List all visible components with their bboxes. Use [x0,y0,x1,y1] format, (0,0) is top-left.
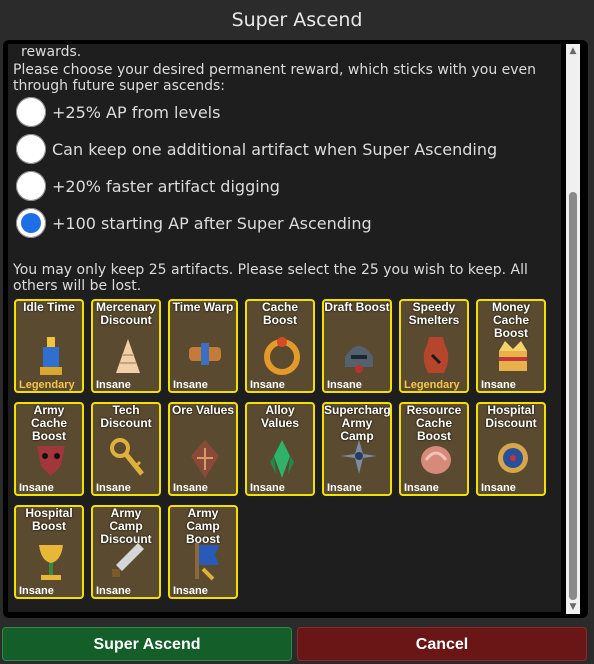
cancel-button[interactable]: Cancel [297,627,587,661]
artifact-card[interactable]: Draft Boost Insane [322,299,392,393]
key-icon [108,436,148,480]
artifact-name: Alloy Values [260,403,300,430]
vase-icon [416,333,456,377]
artifact-rarity: Insane [19,585,54,597]
helmet-icon [339,333,379,377]
artifact-name: Idle Time [23,300,75,314]
artifact-name: Draft Boost [324,300,390,314]
artifact-card[interactable]: Money Cache Boost Insane [476,299,546,393]
artifact-card[interactable]: Army Cache Boost Insane [14,402,84,496]
artifact-grid: Idle Time Legendary Mercenary Discount Insa… [14,299,554,609]
reward-label: Can keep one additional artifact when Su… [52,139,498,159]
artifact-rarity: Insane [481,482,516,494]
ring-icon [262,333,302,377]
artifact-rarity: Insane [327,379,362,391]
artifact-card[interactable]: Tech Discount Insane [91,402,161,496]
artifact-card[interactable]: Speedy Smelters Legendary [399,299,469,393]
artifact-rarity: Insane [250,379,285,391]
radio-button[interactable] [16,171,46,201]
mask-icon [31,436,71,480]
radio-button[interactable] [16,134,46,164]
shell-icon [108,333,148,377]
artifact-card[interactable]: Supercharge Army Camp Insane [322,402,392,496]
artifact-rarity: Insane [19,482,54,494]
artifact-rarity: Insane [96,379,131,391]
artifact-card[interactable]: Ore Values Insane [168,402,238,496]
artifact-card[interactable]: Army Camp Discount Insane [91,505,161,599]
radio-button-selected[interactable] [16,208,46,238]
artifact-card[interactable]: Cache Boost Insane [245,299,315,393]
artifact-name: Hospital Discount [485,403,537,430]
banner-icon [185,539,225,583]
compass-icon [493,436,533,480]
artifact-rarity: Insane [250,482,285,494]
artifact-card[interactable]: Hospital Discount Insane [476,402,546,496]
artifact-card[interactable]: Mercenary Discount Insane [91,299,161,393]
reward-option-keep-artifact[interactable]: Can keep one additional artifact when Su… [16,132,497,166]
reward-option-faster-digging[interactable]: +20% faster artifact digging [16,169,280,203]
shuriken-icon [339,436,379,480]
artifact-name: Hospital Boost [25,506,73,533]
reward-prompt: Please choose your desired permanent rew… [13,62,537,94]
artifact-rarity: Insane [96,482,131,494]
scroll-thumb[interactable] [569,192,577,600]
shield-icon [185,436,225,480]
super-ascend-button[interactable]: Super Ascend [2,627,292,661]
dialog-panel: rewards. Please choose your desired perm… [3,40,588,618]
artifact-rarity: Insane [404,482,439,494]
reward-option-starting-ap[interactable]: +100 starting AP after Super Ascending [16,206,372,240]
artifact-rarity: Insane [173,585,208,597]
artifact-rarity: Insane [173,379,208,391]
conch-icon [416,436,456,480]
artifact-card[interactable]: Time Warp Insane [168,299,238,393]
candle-icon [31,333,71,377]
crown-icon [493,333,533,377]
reward-label: +25% AP from levels [52,102,221,122]
artifact-card[interactable]: Hospital Boost Insane [14,505,84,599]
artifact-name: Ore Values [171,403,235,417]
reward-label: +100 starting AP after Super Ascending [52,213,372,233]
goblet-icon [31,539,71,583]
artifact-card[interactable]: Alloy Values Insane [245,402,315,496]
reward-label: +20% faster artifact digging [52,176,280,196]
artifact-card[interactable]: Resource Cache Boost Insane [399,402,469,496]
sword-icon [108,539,148,583]
artifact-name: Mercenary Discount [95,300,157,327]
artifact-rarity: Legendary [19,379,75,391]
artifact-name: Cache Boost [261,300,299,327]
radio-button[interactable] [16,97,46,127]
artifact-note: You may only keep 25 artifacts. Please s… [13,262,528,294]
artifact-rarity: Legendary [404,379,460,391]
window-title: Super Ascend [231,9,363,31]
artifact-card[interactable]: Idle Time Legendary [14,299,84,393]
artifact-rarity: Insane [481,379,516,391]
artifact-rarity: Insane [173,482,208,494]
artifact-name: Tech Discount [100,403,152,430]
artifact-name: Time Warp [172,300,234,314]
vertical-scrollbar[interactable]: ▲ ▼ [566,44,580,614]
artifact-rarity: Insane [96,585,131,597]
reward-option-ap-levels[interactable]: +25% AP from levels [16,95,220,129]
cut-text: rewards. [21,44,82,60]
scroll-content: rewards. Please choose your desired perm… [8,44,561,612]
bundle-icon [185,333,225,377]
artifact-card[interactable]: Army Camp Boost Insane [168,505,238,599]
artifact-name: Speedy Smelters [408,300,460,327]
scroll-down-arrow-icon[interactable]: ▼ [566,600,580,614]
artifact-rarity: Insane [327,482,362,494]
scroll-up-arrow-icon[interactable]: ▲ [566,44,580,58]
crystal-icon [262,436,302,480]
